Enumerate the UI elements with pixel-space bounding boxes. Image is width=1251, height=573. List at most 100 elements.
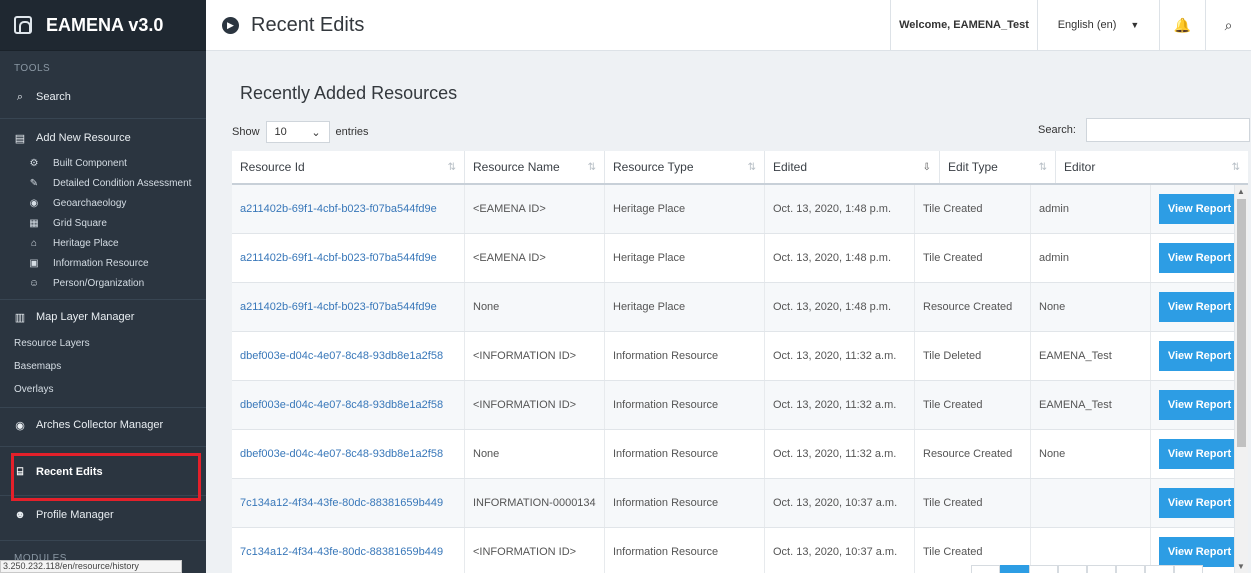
show-label: Show: [232, 126, 260, 138]
sidebar-item-grid-square[interactable]: ▦ Grid Square: [0, 213, 206, 233]
column-label: Resource Name: [473, 160, 560, 174]
table-scrollbar[interactable]: ▲ ▼: [1234, 185, 1248, 573]
pagination-page-active[interactable]: [1000, 565, 1029, 573]
resource-name-cell: None: [465, 430, 605, 478]
edited-date-cell: Oct. 13, 2020, 1:48 p.m.: [765, 185, 915, 233]
search-button[interactable]: ⌕: [1205, 0, 1251, 51]
page-title: Recent Edits: [251, 13, 365, 36]
cogs-icon: ⚙: [29, 157, 39, 169]
resource-id-link[interactable]: dbef003e-d04c-4e07-8c48-93db8e1a2f58: [232, 332, 465, 380]
view-report-button[interactable]: View Report: [1159, 537, 1240, 567]
user-icon: ☻: [14, 509, 26, 521]
sidebar-item-built-component[interactable]: ⚙ Built Component: [0, 153, 206, 173]
editor-cell: [1031, 479, 1151, 527]
table-search: Search:: [1038, 118, 1250, 142]
resource-id-link[interactable]: 7c134a12-4f34-43fe-80dc-88381659b449: [232, 479, 465, 527]
entries-select[interactable]: 10 ⌄: [265, 121, 330, 143]
brand-title: EAMENA v3.0: [46, 14, 164, 35]
brand[interactable]: EAMENA v3.0: [0, 0, 206, 51]
pagination-page[interactable]: [1087, 565, 1116, 573]
pagination-next[interactable]: [1174, 565, 1203, 573]
column-header-edited[interactable]: Edited ⇩: [765, 151, 940, 183]
caret-down-icon: ▼: [1130, 20, 1140, 30]
edit-type-cell: Tile Deleted: [915, 332, 1031, 380]
table-row: a211402b-69f1-4cbf-b023-f07ba544fd9e <EAM…: [232, 185, 1248, 234]
column-header-resource-type[interactable]: Resource Type ⇅: [605, 151, 765, 183]
sidebar-item-label: Overlays: [14, 384, 54, 395]
column-header-resource-name[interactable]: Resource Name ⇅: [465, 151, 605, 183]
editor-cell: admin: [1031, 185, 1151, 233]
sidebar-toggle-button[interactable]: ▶: [222, 16, 239, 34]
sidebar-item-label: Detailed Condition Assessment: [53, 177, 192, 189]
view-report-button[interactable]: View Report: [1159, 439, 1240, 469]
view-report-button[interactable]: View Report: [1159, 390, 1240, 420]
sidebar-item-label: Resource Layers: [14, 338, 90, 349]
sort-icon: ⇅: [1038, 161, 1047, 173]
sidebar-item-arches-collector-manager[interactable]: ◉ Arches Collector Manager: [0, 410, 206, 440]
sidebar-item-geoarchaeology[interactable]: ◉ Geoarchaeology: [0, 193, 206, 213]
view-report-button[interactable]: View Report: [1159, 194, 1240, 224]
resource-type-cell: Information Resource: [605, 430, 765, 478]
sidebar-item-label: Built Component: [53, 157, 127, 169]
sidebar-item-label: Geoarchaeology: [53, 197, 127, 209]
sidebar-item-heritage-place[interactable]: ⌂ Heritage Place: [0, 233, 206, 253]
view-report-button[interactable]: View Report: [1159, 243, 1240, 273]
pagination-page[interactable]: [1116, 565, 1145, 573]
resource-id-link[interactable]: a211402b-69f1-4cbf-b023-f07ba544fd9e: [232, 283, 465, 331]
welcome-user-menu[interactable]: Welcome, EAMENA_Test: [890, 0, 1037, 51]
sort-icon: ⇅: [447, 161, 456, 173]
sidebar-item-label: Add New Resource: [36, 132, 131, 144]
pagination-prev[interactable]: [971, 565, 1000, 573]
language-select[interactable]: English (en) ▼: [1037, 0, 1159, 51]
sidebar-item-search[interactable]: ⌕ Search: [0, 82, 206, 112]
sidebar-item-map-layer-manager[interactable]: ▥ Map Layer Manager: [0, 302, 206, 332]
notifications-button[interactable]: 🔔: [1159, 0, 1205, 51]
sidebar-item-person-organization[interactable]: ☺ Person/Organization: [0, 273, 206, 293]
column-header-edit-type[interactable]: Edit Type ⇅: [940, 151, 1056, 183]
table-row: a211402b-69f1-4cbf-b023-f07ba544fd9e None…: [232, 283, 1248, 332]
resource-id-link[interactable]: dbef003e-d04c-4e07-8c48-93db8e1a2f58: [232, 381, 465, 429]
main-content: Recently Added Resources Show 10 ⌄ entri…: [206, 51, 1251, 573]
sidebar-divider: [0, 407, 206, 408]
entries-control: Show 10 ⌄ entries: [232, 121, 369, 143]
edited-date-cell: Oct. 13, 2020, 1:48 p.m.: [765, 283, 915, 331]
recent-edits-highlight-box: [11, 453, 201, 501]
pagination-page[interactable]: [1145, 565, 1174, 573]
sidebar-item-resource-layers[interactable]: Resource Layers: [0, 332, 206, 355]
search-icon: ⌕: [16, 90, 24, 103]
search-input[interactable]: [1085, 118, 1250, 142]
column-header-editor[interactable]: Editor ⇅: [1056, 151, 1248, 183]
scroll-down-icon[interactable]: ▼: [1237, 562, 1245, 571]
view-report-button[interactable]: View Report: [1159, 292, 1240, 322]
editor-cell: admin: [1031, 234, 1151, 282]
globe-icon: ◉: [15, 419, 25, 432]
resource-id-link[interactable]: a211402b-69f1-4cbf-b023-f07ba544fd9e: [232, 185, 465, 233]
chevron-right-icon: ▶: [227, 19, 234, 30]
resource-id-link[interactable]: a211402b-69f1-4cbf-b023-f07ba544fd9e: [232, 234, 465, 282]
resource-type-cell: Information Resource: [605, 528, 765, 573]
sidebar-item-overlays[interactable]: Overlays: [0, 378, 206, 401]
sidebar-item-basemaps[interactable]: Basemaps: [0, 355, 206, 378]
resource-type-cell: Information Resource: [605, 381, 765, 429]
resource-id-link[interactable]: dbef003e-d04c-4e07-8c48-93db8e1a2f58: [232, 430, 465, 478]
sidebar-item-information-resource[interactable]: ▣ Information Resource: [0, 253, 206, 273]
sidebar-item-add-new-resource[interactable]: ▤ Add New Resource: [0, 123, 206, 153]
map-icon: ▥: [14, 311, 26, 324]
pagination-page[interactable]: [1029, 565, 1058, 573]
scroll-thumb[interactable]: [1237, 199, 1246, 447]
sort-icon: ⇅: [747, 161, 756, 173]
pagination-page[interactable]: [1058, 565, 1087, 573]
sidebar-item-profile-manager[interactable]: ☻ Profile Manager: [0, 500, 206, 530]
edited-date-cell: Oct. 13, 2020, 10:37 a.m.: [765, 479, 915, 527]
resource-id-link[interactable]: 7c134a12-4f34-43fe-80dc-88381659b449: [232, 528, 465, 573]
sidebar-item-detailed-condition-assessment[interactable]: ✎ Detailed Condition Assessment: [0, 173, 206, 193]
resource-type-cell: Heritage Place: [605, 283, 765, 331]
resource-type-cell: Heritage Place: [605, 234, 765, 282]
resource-name-cell: <INFORMATION ID>: [465, 332, 605, 380]
scroll-up-icon[interactable]: ▲: [1237, 187, 1245, 196]
view-report-button[interactable]: View Report: [1159, 341, 1240, 371]
edit-type-cell: Tile Created: [915, 234, 1031, 282]
view-report-button[interactable]: View Report: [1159, 488, 1240, 518]
column-header-resource-id[interactable]: Resource Id ⇅: [232, 151, 465, 183]
edit-type-cell: Resource Created: [915, 430, 1031, 478]
